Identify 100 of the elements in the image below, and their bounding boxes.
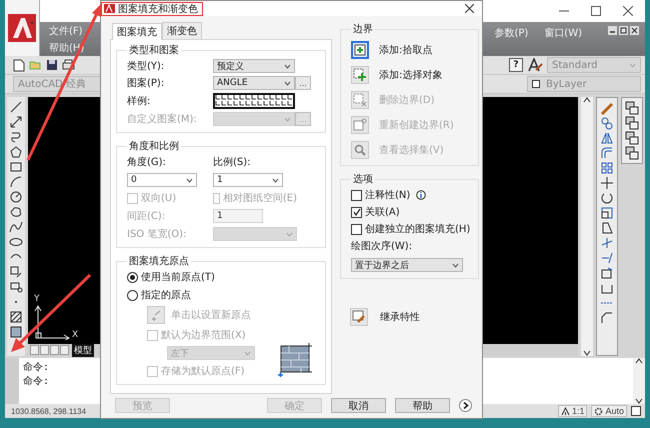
line-icon[interactable]	[9, 100, 23, 114]
chevron-up-icon[interactable]	[635, 358, 643, 364]
tab[interactable]: 渐变色	[162, 22, 202, 39]
axis-label: Y	[34, 294, 40, 304]
restore-icon[interactable]	[619, 26, 628, 35]
window-icon[interactable]	[631, 406, 641, 416]
group-title: 图案填充原点	[128, 254, 190, 268]
workspace-button[interactable]: Auto	[591, 405, 627, 417]
grid-array-icon[interactable]	[600, 161, 614, 175]
color-swatch-icon	[532, 80, 540, 88]
scale-combo[interactable]: 1	[213, 173, 283, 187]
browse-button[interactable]: ...	[295, 76, 311, 90]
dialog-button[interactable]: 取消	[331, 398, 386, 412]
cloud-icon[interactable]	[9, 205, 23, 219]
pencil-icon[interactable]	[600, 101, 614, 115]
annotation-scale-button[interactable]: 1:1	[558, 405, 588, 417]
caret-icon	[284, 116, 291, 122]
angle-combo[interactable]: 0	[127, 173, 197, 187]
field-label: 绘图次序(W):	[351, 240, 414, 253]
stacked-squares-icon[interactable]	[625, 101, 639, 115]
draw-order-dropdown[interactable]: 置于边界之后	[351, 258, 463, 272]
help-button[interactable]: ?	[509, 58, 523, 72]
offset-icon[interactable]	[600, 146, 614, 160]
layout-tab[interactable]: 模型	[72, 344, 94, 356]
checkbox[interactable]	[351, 224, 362, 234]
chamfer-icon[interactable]	[600, 311, 614, 325]
close-icon[interactable]	[465, 4, 474, 13]
close-icon[interactable]	[623, 6, 633, 16]
dropdown-value: ByLayer	[546, 78, 587, 90]
extend-icon[interactable]	[600, 251, 614, 265]
new-file-icon[interactable]	[13, 58, 25, 72]
checkbox[interactable]	[351, 190, 362, 200]
insert-block-icon[interactable]	[9, 265, 23, 279]
chevron-down-icon[interactable]	[635, 398, 643, 404]
checkbox-label: 相对图纸空间(E)	[222, 192, 297, 205]
print-icon[interactable]	[62, 59, 75, 71]
field-label: 间距(C):	[127, 210, 166, 223]
trim-icon[interactable]	[600, 236, 614, 250]
dropdown[interactable]: ANGLE	[213, 76, 295, 90]
chevron-down-icon[interactable]	[583, 350, 591, 356]
boundary-button[interactable]: 添加:选择对象	[351, 66, 470, 84]
group-title: 角度和比例	[128, 140, 180, 153]
polyline-icon[interactable]	[9, 130, 23, 144]
rotate-icon[interactable]	[600, 191, 614, 205]
inherit-properties-button[interactable]: 继承特性	[340, 307, 480, 327]
gradient-icon[interactable]	[9, 325, 23, 339]
stretch-icon[interactable]	[600, 221, 614, 235]
double-arrow-icon[interactable]	[9, 115, 23, 129]
caret-icon	[244, 350, 251, 356]
logo-icon[interactable]	[8, 14, 36, 42]
stacked-squares-icon[interactable]	[625, 116, 639, 130]
pattern-swatch[interactable]	[215, 95, 293, 107]
checkbox[interactable]	[351, 206, 362, 218]
arc-icon[interactable]	[9, 175, 23, 189]
dropdown-value: ANGLE	[217, 78, 248, 88]
circle-icon[interactable]	[9, 190, 23, 204]
close-icon[interactable]	[630, 26, 639, 35]
group-title: 边界	[352, 22, 374, 36]
stacked-squares-icon[interactable]	[625, 146, 639, 160]
workspace-label: Auto	[605, 406, 624, 416]
caret-icon	[286, 232, 293, 236]
dialog-button[interactable]: 帮助	[395, 398, 450, 412]
caret-icon	[629, 62, 636, 68]
scale-icon[interactable]	[600, 206, 614, 220]
maximize-icon[interactable]	[591, 6, 601, 16]
vertical-scrollbar[interactable]	[581, 97, 593, 356]
copy-icon[interactable]	[600, 116, 614, 130]
chevron-up-icon[interactable]	[583, 97, 591, 103]
spline-icon[interactable]	[9, 220, 23, 234]
break-point-icon[interactable]	[600, 266, 614, 280]
save-icon[interactable]	[46, 59, 58, 71]
caret-icon	[284, 64, 291, 68]
ellipse-icon[interactable]	[9, 235, 23, 249]
button-label: 单击以设置新原点	[171, 308, 251, 322]
field-label: 样例:	[127, 94, 152, 108]
move-icon[interactable]	[600, 176, 614, 190]
command-scrollbar[interactable]	[633, 358, 645, 404]
info-icon[interactable]	[416, 190, 426, 200]
boundary-button[interactable]: 添加:拾取点	[351, 41, 470, 59]
dropdown[interactable]: 预定义	[213, 59, 295, 73]
caret-icon	[186, 178, 193, 182]
checkbox-label: 存储为默认原点(F)	[161, 364, 245, 378]
expand-button[interactable]	[459, 398, 472, 412]
hatch-icon[interactable]	[9, 310, 23, 324]
field-label: 类型(Y):	[127, 60, 166, 73]
make-block-icon[interactable]	[9, 280, 23, 294]
radio-button[interactable]	[127, 290, 138, 300]
tab[interactable]: 图案填充	[112, 23, 162, 40]
dropdown-value: 左下	[171, 348, 189, 360]
group-title: 选项	[352, 172, 374, 186]
dropdown-value: 1	[217, 175, 223, 185]
rectangle-icon[interactable]	[9, 160, 23, 174]
mirror-icon[interactable]	[600, 131, 614, 145]
pentagon-icon[interactable]	[9, 145, 23, 159]
text-style-icon[interactable]	[527, 58, 543, 72]
caret-icon	[272, 178, 279, 182]
radio-button[interactable]	[127, 272, 138, 282]
stacked-squares-icon[interactable]	[625, 131, 639, 145]
annotation-icon	[560, 406, 570, 416]
minimize-icon[interactable]	[608, 26, 617, 35]
